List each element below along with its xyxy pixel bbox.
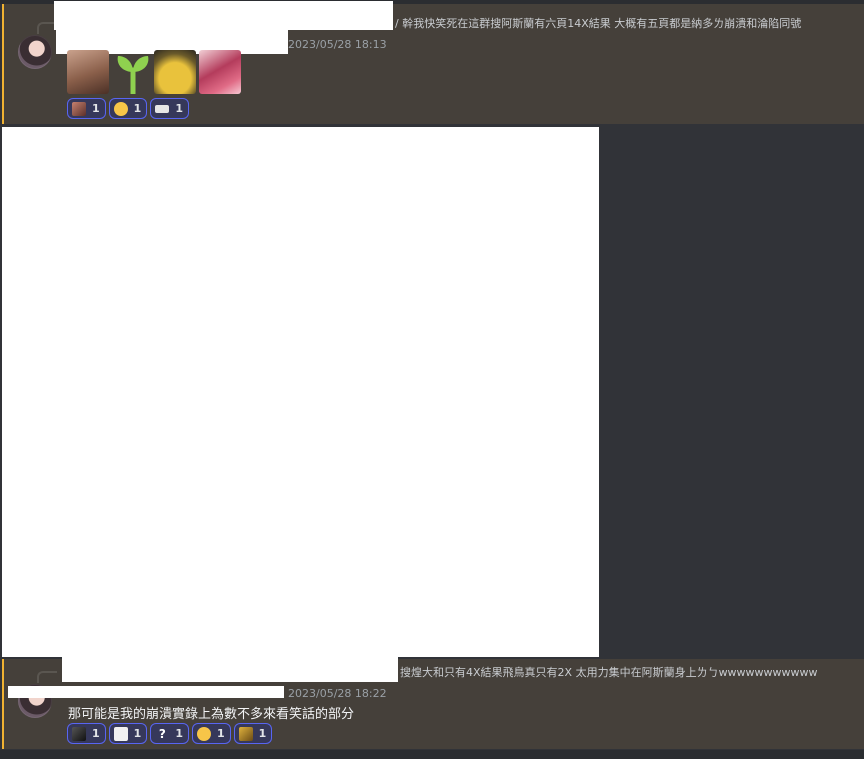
avatar[interactable] (18, 35, 52, 69)
message-text: 那可能是我的崩潰實錄上為數不多來看笑話的部分 (68, 707, 355, 722)
reaction-sign[interactable]: 1 (150, 98, 189, 119)
chat-message-2[interactable]: 搜煌大和只有4X結果飛鳥真只有2X 太用力集中在阿斯蘭身上ㄌㄅwwwwwwwww… (2, 657, 864, 749)
reply-preview-text[interactable]: 搜煌大和只有4X結果飛鳥真只有2X 太用力集中在阿斯蘭身上ㄌㄅwwwwwwwww… (400, 664, 840, 680)
laughing-man-sticker[interactable] (67, 50, 109, 94)
message-timestamp[interactable]: 2023/05/28 18:22 (288, 687, 387, 700)
slightly-smiling-emoji-icon (113, 101, 128, 116)
reaction-count: 1 (92, 727, 100, 740)
reaction-count: 1 (133, 102, 142, 115)
chat-background (599, 127, 864, 657)
reply-preview-text[interactable]: / 幹我快笑死在這群搜阿斯蘭有六頁14X結果 大概有五頁都是納多ㄌ崩潰和淪陷同號 (395, 15, 835, 31)
reaction-question-mark[interactable]: ? 1 (150, 723, 189, 744)
reaction-count: 1 (216, 727, 225, 740)
reaction-dark-figure[interactable]: 1 (67, 723, 106, 744)
reaction-golden-image[interactable]: 1 (233, 723, 273, 744)
message-timestamp[interactable]: 2023/05/28 18:13 (288, 38, 387, 51)
sprout-sticker[interactable] (112, 50, 154, 94)
white-card-emoji-icon (113, 726, 128, 741)
reaction-slightly-smiling[interactable]: 1 (108, 98, 148, 119)
chat-message-1[interactable]: / 幹我快笑死在這群搜阿斯蘭有六頁14X結果 大概有五頁都是納多ㄌ崩潰和淪陷同號… (2, 1, 864, 124)
bottom-divider (0, 750, 864, 759)
golden-image-emoji-icon (238, 726, 253, 741)
redacted-username (54, 1, 393, 30)
reaction-count: 1 (92, 102, 100, 115)
reaction-anime-face[interactable]: 1 (67, 98, 106, 119)
anime-girl-sticker[interactable] (199, 50, 241, 94)
reaction-count: 1 (175, 102, 183, 115)
embedded-image[interactable] (2, 127, 599, 657)
reaction-bar: 1 1 ? 1 1 1 (67, 723, 273, 744)
pikachu-sticker[interactable] (154, 50, 196, 94)
dark-figure-emoji-icon (72, 726, 86, 741)
reaction-count: 1 (258, 727, 267, 740)
redacted-author (8, 686, 284, 698)
redacted-username (62, 657, 398, 682)
anime-face-emoji-icon (72, 101, 86, 116)
reaction-white-card[interactable]: 1 (108, 723, 148, 744)
reaction-bar: 1 1 1 (67, 98, 189, 119)
reaction-count: 1 (133, 727, 142, 740)
question-mark-emoji-icon: ? (158, 726, 166, 741)
sign-emoji-icon (155, 104, 170, 113)
crying-face-emoji-icon (196, 726, 211, 741)
reaction-crying-face[interactable]: 1 (191, 723, 231, 744)
reply-connector (37, 671, 57, 683)
reaction-count: 1 (175, 727, 183, 740)
